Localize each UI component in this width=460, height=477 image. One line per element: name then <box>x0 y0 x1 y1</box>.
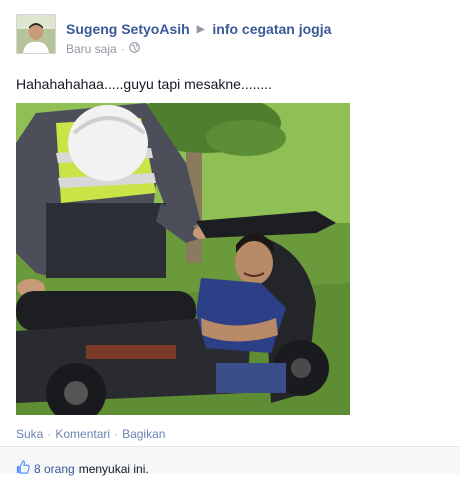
likes-bar: 8 orang menyukai ini. <box>0 446 460 477</box>
post-header: Sugeng SetyoAsih ▶ info cegatan jogja <box>66 20 331 38</box>
meta-separator: · <box>120 42 125 56</box>
avatar-image <box>17 15 55 53</box>
post-message: Hahahahahaa.....guyu tapi mesakne.......… <box>16 76 273 92</box>
facebook-post: Sugeng SetyoAsih ▶ info cegatan jogja Ba… <box>0 0 460 477</box>
post-photo[interactable] <box>16 103 350 415</box>
author-name-link[interactable]: Sugeng SetyoAsih <box>66 21 190 37</box>
likes-suffix: menyukai ini. <box>78 461 149 476</box>
author-avatar[interactable] <box>16 14 56 54</box>
share-link[interactable]: Bagikan <box>122 427 165 441</box>
actions-separator-1: · <box>47 427 52 441</box>
globe-icon[interactable] <box>128 42 140 56</box>
photo-image <box>16 103 350 415</box>
thumbs-up-icon <box>16 460 34 477</box>
comment-link[interactable]: Komentari <box>55 427 110 441</box>
actions-separator-2: · <box>114 427 119 441</box>
like-link[interactable]: Suka <box>16 427 43 441</box>
post-meta: Baru saja · <box>66 42 140 56</box>
likes-summary: 8 orang menyukai ini. <box>16 460 149 477</box>
post-actions: Suka · Komentari · Bagikan <box>16 427 165 441</box>
likes-count-link[interactable]: 8 orang <box>34 462 75 476</box>
arrow-right-icon: ▶ <box>196 23 205 35</box>
timestamp-link[interactable]: Baru saja <box>66 42 117 56</box>
group-name-link[interactable]: info cegatan jogja <box>212 21 331 37</box>
